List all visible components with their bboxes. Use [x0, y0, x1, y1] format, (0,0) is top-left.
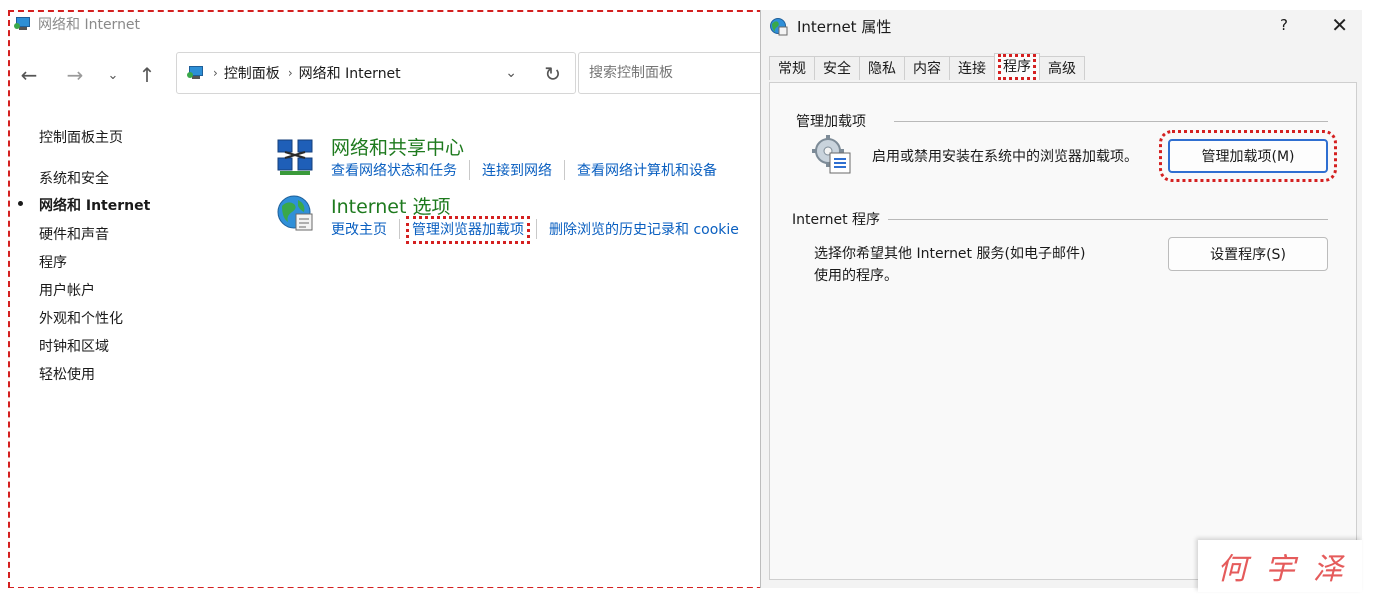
- breadcrumb-control-panel[interactable]: 控制面板: [224, 63, 280, 83]
- tab-programs-label: 程序: [998, 54, 1036, 80]
- tab-content[interactable]: 内容: [904, 56, 950, 80]
- tab-programs[interactable]: 程序: [994, 53, 1040, 80]
- programs-description-line-1: 选择你希望其他 Internet 服务(如电子邮件): [814, 246, 1086, 262]
- sidebar-home[interactable]: 控制面板主页: [39, 127, 123, 147]
- breadcrumb-separator-icon: ›: [287, 66, 293, 80]
- network-sharing-icon: [277, 139, 313, 175]
- category-links-internet-options: 更改主页 管理浏览器加载项 删除浏览的历史记录和 cookie: [331, 216, 751, 244]
- breadcrumb-network-internet[interactable]: 网络和 Internet: [299, 63, 401, 83]
- addons-gear-icon: [812, 135, 851, 174]
- breadcrumb-separator-icon: ›: [213, 66, 218, 80]
- tab-privacy[interactable]: 隐私: [859, 56, 905, 80]
- tab-general[interactable]: 常规: [769, 56, 815, 80]
- sidebar-item-appearance[interactable]: 外观和个性化: [39, 308, 123, 328]
- network-icon: [14, 16, 32, 32]
- watermark: 何 宇 泽: [1198, 540, 1362, 592]
- link-view-network-status[interactable]: 查看网络状态和任务: [331, 160, 469, 180]
- addons-group-line: [894, 121, 1328, 122]
- active-bullet-icon: [18, 201, 23, 206]
- dialog-tabs: 常规 安全 隐私 内容 连接 程序 高级: [769, 53, 1085, 82]
- sidebar-item-hardware-sound[interactable]: 硬件和声音: [39, 224, 109, 244]
- link-change-home-page[interactable]: 更改主页: [331, 219, 399, 239]
- internet-properties-icon: [770, 17, 788, 35]
- back-arrow-icon[interactable]: ←: [16, 62, 42, 88]
- watermark-char-1: 何: [1217, 552, 1247, 587]
- watermark-char-3: 泽: [1313, 552, 1343, 587]
- recent-chevron-icon[interactable]: ⌄: [100, 62, 126, 88]
- category-title-internet-options[interactable]: Internet 选项: [331, 192, 450, 219]
- tab-connections[interactable]: 连接: [949, 56, 995, 80]
- sidebar-item-programs[interactable]: 程序: [39, 252, 67, 272]
- sidebar-item-system-security[interactable]: 系统和安全: [39, 168, 109, 188]
- addons-group-label: 管理加载项: [796, 111, 870, 131]
- watermark-char-2: 宇: [1265, 552, 1295, 587]
- link-delete-browsing-history[interactable]: 删除浏览的历史记录和 cookie: [536, 219, 751, 239]
- window-title-bar: 网络和 Internet: [14, 14, 140, 34]
- addons-description: 启用或禁用安装在系统中的浏览器加载项。: [872, 149, 1138, 165]
- programs-tab-panel: 管理加载项 启用或禁用安装在系统中的浏览器加载项。 管理加载项(M) Inter…: [769, 82, 1357, 580]
- category-title-network-sharing[interactable]: 网络和共享中心: [331, 133, 464, 160]
- programs-description-line-2: 使用的程序。: [814, 268, 898, 284]
- refresh-icon[interactable]: ↻: [544, 62, 561, 86]
- help-button[interactable]: ?: [1280, 16, 1288, 34]
- tab-security[interactable]: 安全: [814, 56, 860, 80]
- address-bar[interactable]: › 控制面板 › 网络和 Internet ⌄ ↻: [176, 52, 576, 94]
- control-panel-window: 网络和 Internet ← → ⌄ ↑ › 控制面板 › 网络和 Intern…: [10, 12, 778, 587]
- link-manage-browser-addons-wrap: 管理浏览器加载项: [399, 216, 536, 244]
- sidebar-item-ease-of-access[interactable]: 轻松使用: [39, 364, 95, 384]
- address-dropdown-chevron-icon[interactable]: ⌄: [505, 65, 517, 81]
- dialog-title-bar: Internet 属性: [769, 16, 891, 37]
- sidebar-item-clock-region[interactable]: 时钟和区域: [39, 336, 109, 356]
- internet-properties-dialog: Internet 属性 ? ✕ 常规 安全 隐私 内容 连接 程序 高级 管理加…: [760, 10, 1362, 588]
- set-programs-button[interactable]: 设置程序(S): [1168, 237, 1328, 271]
- link-connect-to-network[interactable]: 连接到网络: [469, 160, 564, 180]
- dialog-title: Internet 属性: [797, 18, 892, 36]
- up-arrow-icon[interactable]: ↑: [134, 62, 160, 88]
- search-input[interactable]: [578, 52, 778, 94]
- category-links-network-sharing: 查看网络状态和任务 连接到网络 查看网络计算机和设备: [331, 160, 729, 180]
- sidebar-item-user-accounts[interactable]: 用户帐户: [39, 280, 95, 300]
- address-network-icon: [187, 65, 205, 81]
- link-view-network-computers[interactable]: 查看网络计算机和设备: [564, 160, 729, 180]
- programs-group-label: Internet 程序: [792, 209, 885, 229]
- internet-globe-icon: [277, 195, 313, 231]
- link-manage-browser-addons[interactable]: 管理浏览器加载项: [406, 216, 530, 244]
- close-icon[interactable]: ✕: [1331, 13, 1348, 37]
- manage-addons-button[interactable]: 管理加载项(M): [1159, 130, 1337, 182]
- programs-group-line: [888, 219, 1328, 220]
- programs-description: 选择你希望其他 Internet 服务(如电子邮件) 使用的程序。: [814, 243, 1085, 287]
- forward-arrow-icon[interactable]: →: [62, 62, 88, 88]
- window-title: 网络和 Internet: [38, 17, 141, 33]
- sidebar-item-network-internet[interactable]: 网络和 Internet: [39, 195, 150, 215]
- tab-advanced[interactable]: 高级: [1039, 56, 1085, 80]
